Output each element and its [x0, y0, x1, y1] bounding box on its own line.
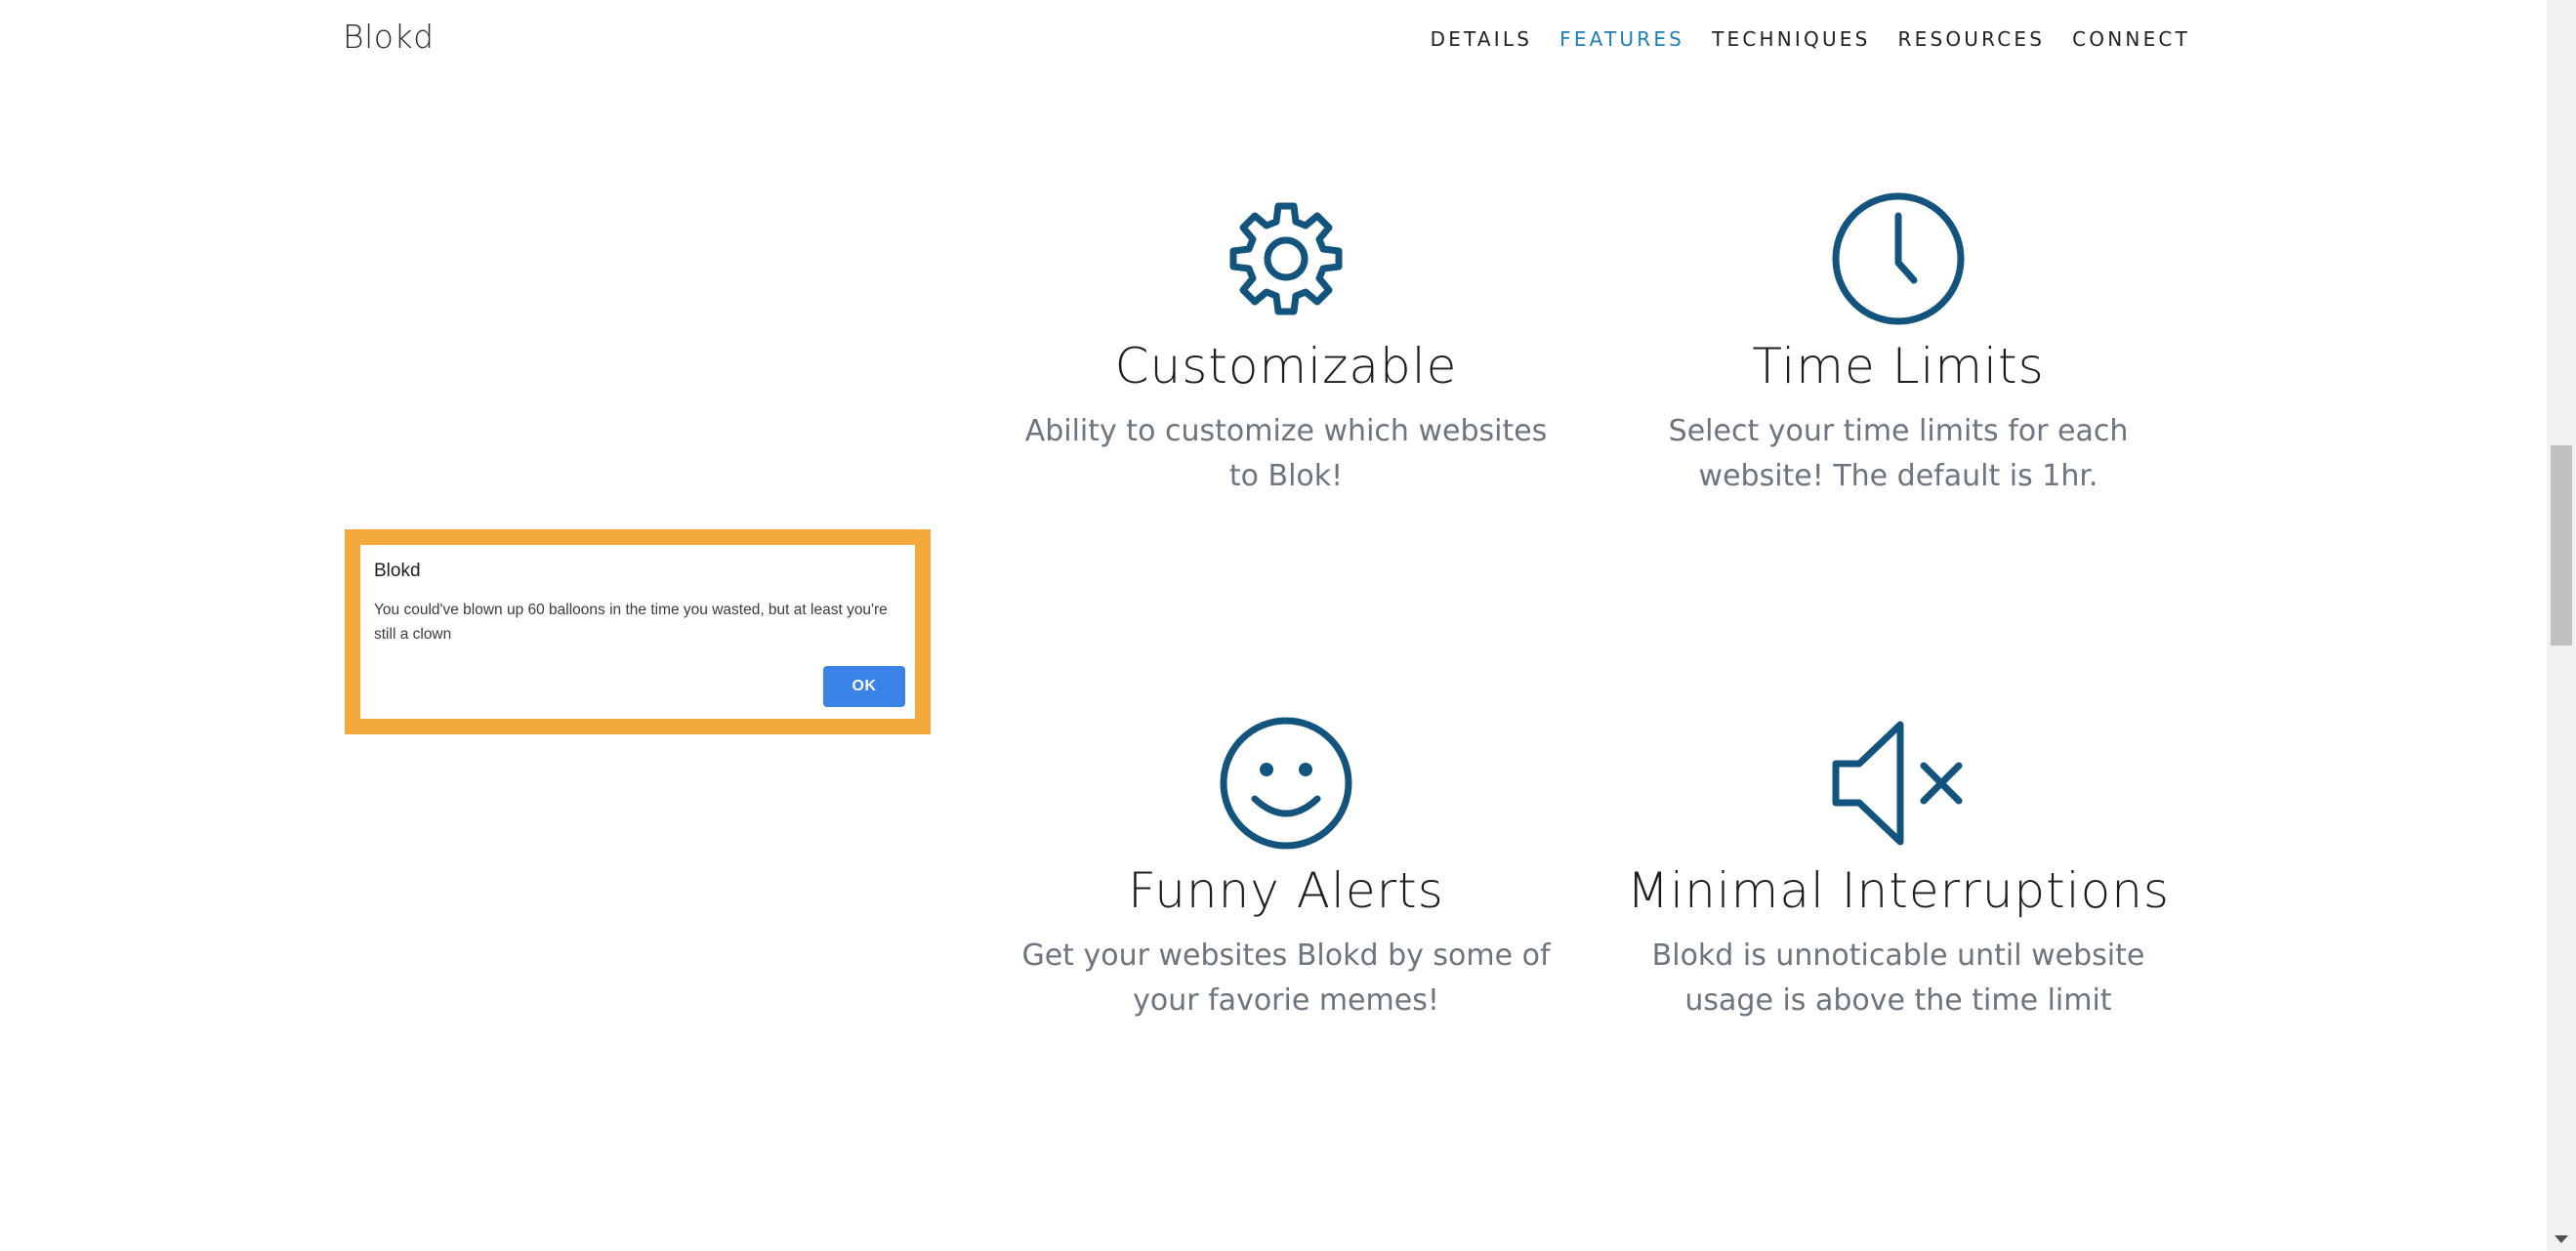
gear-icon — [1218, 190, 1354, 327]
navbar: Blokd DETAILS FEATURES TECHNIQUES RESOUR… — [0, 0, 2547, 82]
smiley-icon — [1218, 715, 1354, 852]
scroll-down-arrow-icon[interactable] — [2555, 1235, 2568, 1243]
feature-description: Ability to customize which websites to B… — [1024, 414, 1548, 493]
page-scrollbar[interactable] — [2547, 0, 2576, 1251]
feature-funny-alerts: Funny Alerts Get your websites Blokd by … — [993, 715, 1579, 1023]
clock-icon — [1830, 190, 1967, 327]
alert-message: You could've blown up 60 balloons in the… — [374, 602, 888, 643]
nav-link-features[interactable]: FEATURES — [1559, 27, 1684, 51]
nav-link-resources[interactable]: RESOURCES — [1898, 27, 2046, 51]
brand-logo[interactable]: Blokd — [343, 18, 435, 56]
feature-customizable: Customizable Ability to customize which … — [993, 190, 1579, 499]
mute-icon — [1830, 715, 1967, 852]
feature-description: Get your websites Blokd by some of your … — [1021, 938, 1551, 1018]
feature-title: Minimal Interruptions — [1627, 862, 2170, 919]
nav-link-techniques[interactable]: TECHNIQUES — [1712, 27, 1870, 51]
alert-title: Blokd — [374, 561, 421, 581]
nav-link-connect[interactable]: CONNECT — [2072, 27, 2190, 51]
nav-links: DETAILS FEATURES TECHNIQUES RESOURCES CO… — [1403, 27, 2190, 51]
alert-dialog: Blokd You could've blown up 60 balloons … — [360, 545, 915, 719]
feature-title: Funny Alerts — [1128, 862, 1444, 919]
feature-description: Select your time limits for each website… — [1668, 414, 2129, 493]
page: Blokd DETAILS FEATURES TECHNIQUES RESOUR… — [0, 0, 2576, 1251]
feature-title: Customizable — [1114, 338, 1458, 395]
feature-description: Blokd is unnoticable until website usage… — [1651, 938, 2145, 1018]
ok-button[interactable]: OK — [823, 666, 905, 707]
feature-title: Time Limits — [1752, 338, 2045, 395]
alert-highlight-frame: Blokd You could've blown up 60 balloons … — [345, 529, 931, 734]
nav-link-details[interactable]: DETAILS — [1431, 27, 1533, 51]
feature-minimal-interruptions: Minimal Interruptions Blokd is unnoticab… — [1605, 715, 2191, 1023]
feature-time-limits: Time Limits Select your time limits for … — [1605, 190, 2191, 499]
scrollbar-thumb[interactable] — [2551, 445, 2572, 646]
